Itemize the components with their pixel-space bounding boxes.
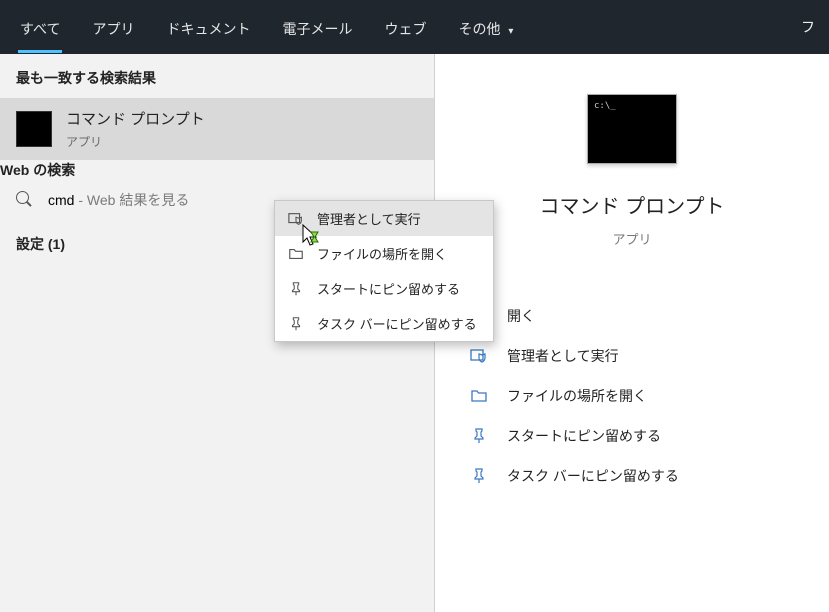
tab-truncated-right: フ — [801, 17, 825, 37]
preview-actions: 開く 管理者として実行 ファイルの場所を開く スタートにピン留めする — [435, 296, 829, 496]
search-icon — [16, 191, 34, 209]
tab-more[interactable]: その他 ▾ — [442, 1, 529, 53]
tab-all[interactable]: すべて — [4, 1, 76, 53]
ctx-pin-taskbar[interactable]: タスク バーにピン留めする — [275, 306, 493, 341]
section-web-search: Web の検索 — [0, 160, 434, 180]
preview-panel: コマンド プロンプト アプリ 開く 管理者として実行 ファイルの場所を開く — [435, 54, 829, 612]
pin-icon — [469, 466, 489, 486]
preview-title: コマンド プロンプト — [540, 190, 725, 219]
ctx-label: スタートにピン留めする — [317, 279, 460, 298]
pin-icon — [287, 280, 305, 298]
tab-label: すべて — [20, 21, 60, 37]
folder-icon — [469, 386, 489, 406]
action-open-location[interactable]: ファイルの場所を開く — [463, 376, 801, 416]
result-title: コマンド プロンプト — [66, 108, 205, 129]
pin-icon — [469, 426, 489, 446]
tab-web[interactable]: ウェブ — [368, 1, 442, 53]
search-category-tabs: すべて アプリ ドキュメント 電子メール ウェブ その他 ▾ フ — [0, 0, 829, 54]
action-label: タスク バーにピン留めする — [507, 466, 679, 486]
chevron-down-icon: ▾ — [508, 26, 513, 37]
tab-label: ドキュメント — [166, 21, 250, 37]
command-prompt-icon — [16, 111, 52, 147]
context-menu: 管理者として実行 ファイルの場所を開く スタートにピン留めする タスク バーにピ… — [274, 200, 494, 342]
action-pin-start[interactable]: スタートにピン留めする — [463, 416, 801, 456]
action-pin-taskbar[interactable]: タスク バーにピン留めする — [463, 456, 801, 496]
action-label: ファイルの場所を開く — [507, 386, 647, 406]
folder-icon — [287, 245, 305, 263]
tab-label: 電子メール — [282, 21, 352, 37]
action-label: 管理者として実行 — [507, 346, 619, 366]
ctx-open-location[interactable]: ファイルの場所を開く — [275, 236, 493, 271]
action-label: スタートにピン留めする — [507, 426, 661, 446]
action-run-admin[interactable]: 管理者として実行 — [463, 336, 801, 376]
preview-subtitle: アプリ — [612, 229, 651, 248]
ctx-label: タスク バーにピン留めする — [317, 314, 477, 333]
tab-label: その他 — [458, 21, 500, 37]
ctx-pin-start[interactable]: スタートにピン留めする — [275, 271, 493, 306]
tab-documents[interactable]: ドキュメント — [150, 1, 266, 53]
ctx-label: 管理者として実行 — [317, 209, 421, 228]
shield-admin-icon — [469, 346, 489, 366]
shield-admin-icon — [287, 210, 305, 228]
web-query: cmd — [48, 192, 74, 208]
tab-email[interactable]: 電子メール — [266, 1, 368, 53]
ctx-run-admin[interactable]: 管理者として実行 — [275, 201, 493, 236]
action-open[interactable]: 開く — [463, 296, 801, 336]
tab-apps[interactable]: アプリ — [76, 1, 150, 53]
tab-label: アプリ — [92, 21, 134, 37]
ctx-label: ファイルの場所を開く — [317, 244, 447, 263]
web-suffix: - Web 結果を見る — [74, 192, 189, 208]
tab-label: ウェブ — [384, 21, 426, 37]
pin-icon — [287, 315, 305, 333]
action-label: 開く — [507, 306, 535, 326]
search-result-item[interactable]: コマンド プロンプト アプリ — [0, 98, 434, 160]
preview-app-icon — [587, 94, 677, 164]
result-subtitle: アプリ — [66, 133, 205, 150]
section-best-match: 最も一致する検索結果 — [0, 54, 434, 98]
